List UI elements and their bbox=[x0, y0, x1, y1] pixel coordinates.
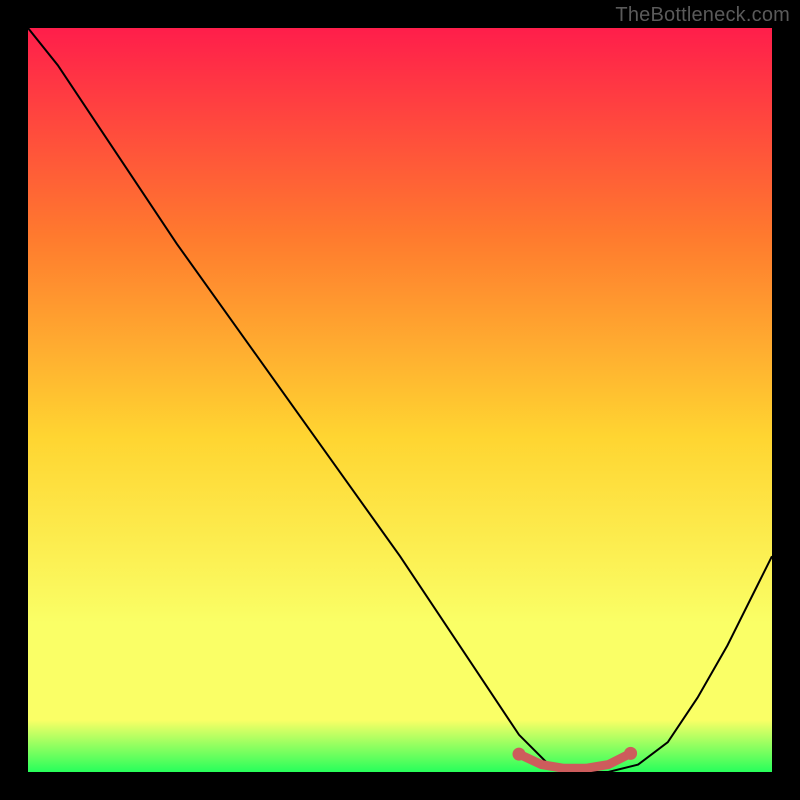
gradient-background bbox=[28, 28, 772, 772]
watermark-text: TheBottleneck.com bbox=[615, 4, 790, 27]
chart-frame: TheBottleneck.com bbox=[0, 0, 800, 800]
chart-svg bbox=[28, 28, 772, 772]
plot-area bbox=[28, 28, 772, 772]
optimal-endpoint-dot bbox=[513, 748, 526, 761]
optimal-endpoint-dot bbox=[624, 747, 637, 760]
